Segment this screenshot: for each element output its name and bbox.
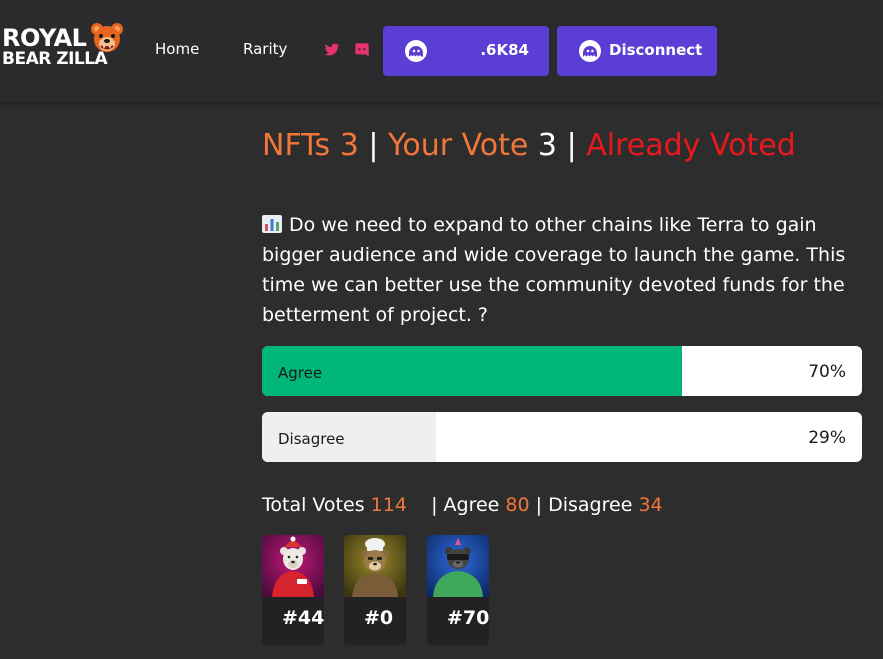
disconnect-label: Disconnect [609, 41, 703, 59]
agree-total-label: | Agree [431, 494, 500, 516]
twitter-icon[interactable] [324, 42, 340, 58]
wallet-address-button[interactable]: .6K84 [383, 26, 549, 76]
bear-head-logo-icon [91, 23, 123, 52]
nav-rarity-link[interactable]: Rarity [243, 40, 287, 58]
proposal-question: Do we need to expand to other chains lik… [262, 210, 862, 330]
disagree-total-value: 34 [638, 494, 663, 516]
phantom-ghost-icon [579, 40, 601, 62]
vote-stats-heading: NFTs 3 | Your Vote 3 | Already Voted [262, 128, 796, 163]
poll-option-disagree[interactable]: Disagree 29% [262, 412, 862, 462]
nft-card[interactable]: #44 [262, 535, 324, 645]
nfts-count: 3 [339, 128, 359, 163]
your-vote-label: Your Vote [388, 128, 529, 163]
disconnect-button[interactable]: Disconnect [557, 26, 717, 76]
vote-status: Already Voted [586, 128, 796, 163]
poll-agree-fill [262, 346, 682, 396]
top-navbar: ROYAL BEAR ZILLA Home Rarity .6K84 Disco… [0, 0, 883, 102]
nfts-label: NFTs [262, 128, 331, 163]
logo-text-line1: ROYAL [2, 24, 87, 52]
discord-icon[interactable] [354, 42, 370, 58]
vote-totals: Total Votes 114 | Agree 80 | Disagree 34 [262, 494, 663, 516]
poll-agree-label: Agree [278, 364, 323, 382]
agree-total-value: 80 [505, 494, 530, 516]
bar-chart-emoji-icon [262, 215, 282, 233]
royal-bear-zilla-logo[interactable]: ROYAL BEAR ZILLA [2, 22, 124, 74]
nft-card[interactable]: #0 [344, 535, 406, 645]
poll-disagree-percent: 29% [808, 428, 846, 448]
nft-bear-image [427, 535, 489, 597]
nft-id: #0 [364, 607, 394, 629]
nft-bear-image [344, 535, 406, 597]
nft-id: #44 [282, 607, 324, 629]
wallet-address-label: .6K84 [480, 41, 529, 59]
stats-separator: | [368, 128, 379, 163]
poll-disagree-label: Disagree [278, 430, 345, 448]
disagree-total-label: | Disagree [535, 494, 633, 516]
poll-option-agree[interactable]: Agree 70% [262, 346, 862, 396]
your-vote-count: 3 [537, 128, 558, 163]
nav-home-link[interactable]: Home [155, 40, 199, 58]
proposal-question-text: Do we need to expand to other chains lik… [262, 214, 846, 326]
phantom-ghost-icon [405, 40, 427, 62]
nft-bear-image [262, 535, 324, 597]
total-votes-label: Total Votes [262, 494, 365, 516]
nft-id: #705 [447, 607, 489, 629]
poll-agree-percent: 70% [808, 362, 846, 382]
stats-separator: | [566, 128, 577, 163]
nft-card[interactable]: #705 [427, 535, 489, 645]
total-votes-value: 114 [370, 494, 407, 516]
